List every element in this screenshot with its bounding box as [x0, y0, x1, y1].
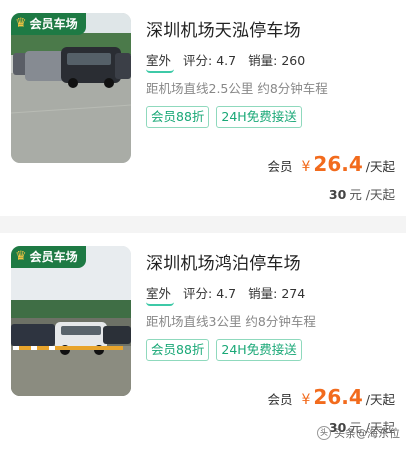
- parking-lot-photo: ♛ 会员车场: [11, 246, 131, 396]
- listing-title[interactable]: 深圳机场鸿泊停车场: [146, 249, 301, 274]
- listing-meta: 室外 评分: 4.7 销量: 274: [146, 283, 305, 306]
- rating-label: 评分:: [183, 53, 213, 68]
- currency-symbol: ¥: [301, 159, 311, 175]
- sales-label: 销量:: [248, 286, 278, 301]
- member-label: 会员: [267, 392, 293, 407]
- watermark-text: 头条@海东位: [334, 427, 400, 440]
- rating: 评分: 4.7: [183, 283, 236, 302]
- listing-card[interactable]: ♛ 会员车场 深圳机场天泓停车场 室外 评分: 4.7 销量: 260 距机场直…: [0, 0, 406, 216]
- listing-title[interactable]: 深圳机场天泓停车场: [146, 16, 301, 41]
- sales: 销量: 274: [248, 283, 305, 302]
- watermark-logo-icon: 头: [317, 426, 331, 440]
- badge-label: 会员车场: [29, 17, 78, 31]
- watermark: 头 头条@海东位: [317, 425, 400, 441]
- rating-label: 评分:: [183, 286, 213, 301]
- listing-card[interactable]: ♛ 会员车场 深圳机场鸿泊停车场 室外 评分: 4.7 销量: 274 距机场直…: [0, 233, 406, 449]
- crown-icon: ♛: [15, 249, 27, 264]
- distance-info: 距机场直线2.5公里 约8分钟车程: [146, 81, 328, 96]
- price-unit: /天起: [365, 159, 395, 174]
- tag-list: 会员88折 24H免费接送: [146, 106, 302, 128]
- distance-info: 距机场直线3公里 约8分钟车程: [146, 314, 316, 329]
- lot-type-label: 室外: [146, 53, 172, 68]
- currency-symbol: ¥: [301, 392, 311, 408]
- listing-meta: 室外 评分: 4.7 销量: 260: [146, 50, 305, 73]
- crown-icon: ♛: [15, 16, 27, 31]
- original-price-unit: 元 /天起: [349, 187, 395, 202]
- rating: 评分: 4.7: [183, 50, 236, 69]
- shuttle-tag: 24H免费接送: [216, 339, 302, 361]
- card-divider: [0, 216, 406, 233]
- member-price: 会员 ¥ 26.4 /天起: [267, 152, 395, 176]
- rating-value: 4.7: [216, 53, 237, 68]
- sales: 销量: 260: [248, 50, 305, 69]
- original-price-value: 30: [328, 187, 347, 202]
- original-price: 30 元 /天起: [329, 184, 395, 203]
- underline-swoosh-icon: [146, 69, 174, 73]
- rating-value: 4.7: [216, 286, 237, 301]
- price-unit: /天起: [365, 392, 395, 407]
- lot-type-label: 室外: [146, 286, 172, 301]
- parking-lot-photo: ♛ 会员车场: [11, 13, 131, 163]
- sales-label: 销量:: [248, 53, 278, 68]
- shuttle-tag: 24H免费接送: [216, 106, 302, 128]
- member-price-value: 26.4: [313, 152, 363, 176]
- discount-tag: 会员88折: [146, 339, 210, 361]
- sales-value: 274: [281, 286, 306, 301]
- member-lot-badge: ♛ 会员车场: [11, 246, 86, 268]
- member-price: 会员 ¥ 26.4 /天起: [267, 385, 395, 409]
- underline-swoosh-icon: [146, 302, 174, 306]
- member-price-value: 26.4: [313, 385, 363, 409]
- lot-type: 室外: [146, 283, 174, 306]
- member-lot-badge: ♛ 会员车场: [11, 13, 86, 35]
- discount-tag: 会员88折: [146, 106, 210, 128]
- member-label: 会员: [267, 159, 293, 174]
- tag-list: 会员88折 24H免费接送: [146, 339, 302, 361]
- badge-label: 会员车场: [29, 250, 78, 264]
- lot-type: 室外: [146, 50, 174, 73]
- sales-value: 260: [281, 53, 306, 68]
